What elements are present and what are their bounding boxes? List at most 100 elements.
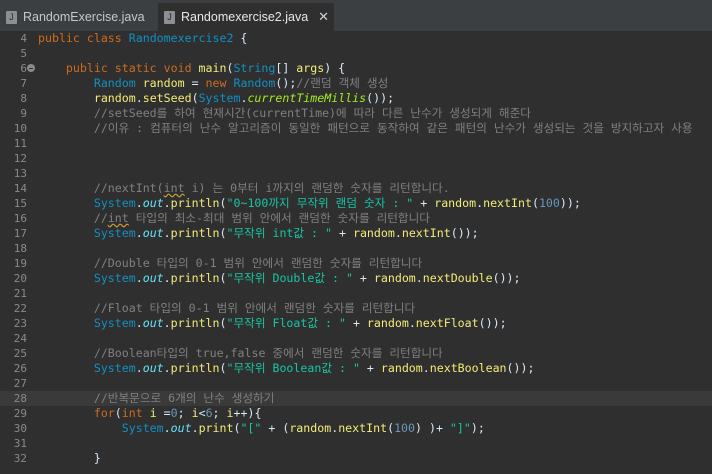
code-token: ; bbox=[177, 406, 192, 420]
code-token: Random bbox=[38, 76, 143, 90]
code-token: //랜덤 객체 생성 bbox=[296, 76, 389, 90]
line-number: 8 bbox=[20, 92, 27, 105]
code-token: . bbox=[135, 361, 143, 375]
close-icon[interactable]: ✕ bbox=[318, 9, 329, 25]
code-line[interactable]: 31 bbox=[0, 436, 712, 451]
code-text: //이유 : 컴퓨터의 난수 알고리즘이 동일한 패턴으로 동작하여 같은 패턴… bbox=[38, 121, 693, 136]
code-token: System bbox=[38, 316, 136, 330]
code-line[interactable]: 4 public class Randomexercise2 { bbox=[0, 31, 712, 46]
code-token: . bbox=[163, 226, 171, 240]
code-token: // bbox=[38, 211, 108, 225]
line-number: 6 bbox=[20, 62, 27, 75]
code-line[interactable]: 12 bbox=[0, 151, 712, 166]
java-file-icon: J bbox=[6, 10, 17, 24]
line-number: 12 bbox=[13, 152, 27, 165]
code-line[interactable]: 29 for(int i =0; i<6; i++){ bbox=[0, 406, 712, 421]
tab-randomexercise2[interactable]: J Randomexercise2.java ✕ bbox=[158, 3, 334, 31]
code-token: ++){ bbox=[233, 406, 262, 420]
code-token: System bbox=[38, 226, 136, 240]
code-token: //이유 : 컴퓨터의 난수 알고리즘이 동일한 패턴으로 동작하여 같은 패턴… bbox=[38, 121, 693, 135]
code-line[interactable]: 6 public static void main(String[] args)… bbox=[0, 61, 712, 76]
code-line[interactable]: 30 System.out.print("[" + (random.nextIn… bbox=[0, 421, 712, 436]
code-token: Randomexercise2 bbox=[128, 31, 234, 45]
code-line[interactable]: 25 //Boolean타입의 true,false 중에서 랜덤한 숫자를 리… bbox=[0, 346, 712, 361]
code-token: ()); bbox=[506, 361, 535, 375]
code-token: ( bbox=[114, 406, 122, 420]
line-number: 32 bbox=[13, 452, 27, 465]
code-line[interactable]: 10 //이유 : 컴퓨터의 난수 알고리즘이 동일한 패턴으로 동작하여 같은… bbox=[0, 121, 712, 136]
code-token: random bbox=[380, 361, 423, 375]
code-token: 100 bbox=[538, 196, 560, 210]
line-number: 11 bbox=[13, 137, 27, 150]
line-number: 4 bbox=[20, 32, 27, 45]
tab-label: RandomExercise.java bbox=[23, 10, 145, 24]
editor-tab-bar: J RandomExercise.java J Randomexercise2.… bbox=[0, 0, 712, 32]
code-line[interactable]: 13 bbox=[0, 166, 712, 181]
code-token: //nextInt( bbox=[38, 181, 164, 195]
code-token: int bbox=[121, 406, 150, 420]
code-line[interactable]: 18 bbox=[0, 241, 712, 256]
code-line[interactable]: 32 } bbox=[0, 451, 712, 466]
code-line[interactable]: 14 //nextInt(int i) 는 0부터 i까지의 랜덤한 숫자를 리… bbox=[0, 181, 712, 196]
code-line[interactable]: 7 Random random = new Random();//랜덤 객체 생… bbox=[0, 76, 712, 91]
code-token: println bbox=[170, 361, 220, 375]
code-token: out bbox=[142, 316, 164, 330]
code-line[interactable]: 15 System.out.println("0~100까지 무작위 랜덤 숫자… bbox=[0, 196, 712, 211]
line-number: 24 bbox=[13, 332, 27, 345]
line-number: 21 bbox=[13, 287, 27, 300]
code-line[interactable]: 5 bbox=[0, 46, 712, 61]
code-token: = bbox=[184, 76, 206, 90]
code-token: + bbox=[332, 226, 353, 240]
code-token: //Float 타입의 0-1 범위 안에서 랜덤한 숫자를 리턴합니다 bbox=[38, 301, 416, 315]
code-line[interactable]: 26 System.out.println("무작위 Boolean값 : " … bbox=[0, 361, 712, 376]
code-line[interactable]: 28 //반복문으로 6개의 난수 생성하기 bbox=[0, 391, 712, 406]
code-line[interactable]: 11 bbox=[0, 136, 712, 151]
code-line[interactable]: 17 System.out.println("무작위 int값 : " + ra… bbox=[0, 226, 712, 241]
code-token: ()); bbox=[492, 271, 521, 285]
code-token: nextBoolean bbox=[429, 361, 507, 375]
code-line[interactable]: 20 System.out.println("무작위 Double값 : " +… bbox=[0, 271, 712, 286]
code-token: new bbox=[205, 76, 234, 90]
code-line[interactable]: 9 //setSeed를 하여 현재시간(currentTime)에 따라 다른… bbox=[0, 106, 712, 121]
code-line[interactable]: 8 random.setSeed(System.currentTimeMilli… bbox=[0, 91, 712, 106]
code-token: Random bbox=[233, 76, 276, 90]
code-token: System bbox=[38, 196, 136, 210]
code-token: int bbox=[163, 181, 185, 195]
code-editor[interactable]: 4 public class Randomexercise2 {5 6 public… bbox=[0, 31, 712, 474]
eclipse-editor-window: J RandomExercise.java J Randomexercise2.… bbox=[0, 0, 712, 474]
code-token: . bbox=[408, 316, 416, 330]
code-token: "무작위 int값 : " bbox=[226, 226, 333, 240]
code-token: random bbox=[366, 316, 409, 330]
code-line[interactable]: 23 System.out.println("무작위 Float값 : " + … bbox=[0, 316, 712, 331]
code-token: . bbox=[163, 421, 171, 435]
line-number: 16 bbox=[13, 212, 27, 225]
code-token: out bbox=[170, 421, 192, 435]
code-line[interactable]: 27 bbox=[0, 376, 712, 391]
code-text: } bbox=[38, 451, 101, 466]
code-text: System.out.println("0~100까지 무작위 랜덤 숫자 : … bbox=[38, 196, 581, 211]
code-line[interactable]: 21 bbox=[0, 286, 712, 301]
code-token: . bbox=[135, 271, 143, 285]
code-token: ( bbox=[531, 196, 539, 210]
code-token: . bbox=[163, 271, 171, 285]
code-line[interactable]: 19 //Double 타입의 0-1 범위 안에서 랜덤한 숫자를 리턴합니다 bbox=[0, 256, 712, 271]
code-token: ( bbox=[387, 421, 395, 435]
code-token: i bbox=[226, 406, 234, 420]
code-token: public static void bbox=[38, 61, 199, 75]
code-token: . bbox=[163, 316, 171, 330]
code-token: "무작위 Boolean값 : " bbox=[226, 361, 360, 375]
line-number: 20 bbox=[13, 272, 27, 285]
code-line[interactable]: 22 //Float 타입의 0-1 범위 안에서 랜덤한 숫자를 리턴합니다 bbox=[0, 301, 712, 316]
line-number: 5 bbox=[20, 47, 27, 60]
fold-collapse-icon[interactable] bbox=[27, 64, 35, 72]
code-token: String bbox=[233, 61, 276, 75]
code-token: { bbox=[233, 31, 248, 45]
line-number: 28 bbox=[13, 392, 27, 405]
code-text: //nextInt(int i) 는 0부터 i까지의 랜덤한 숫자를 리턴합니… bbox=[38, 181, 450, 196]
tab-randomexercise[interactable]: J RandomExercise.java bbox=[0, 3, 155, 31]
code-line[interactable]: 16 //int 타입의 최소-최대 범위 안에서 랜덤한 숫자를 리턴합니다 bbox=[0, 211, 712, 226]
code-token: print bbox=[198, 421, 234, 435]
code-line[interactable]: 24 bbox=[0, 331, 712, 346]
code-token: //setSeed를 하여 현재시간(currentTime)에 따라 다른 난… bbox=[38, 106, 531, 120]
code-token: setSeed bbox=[142, 91, 192, 105]
